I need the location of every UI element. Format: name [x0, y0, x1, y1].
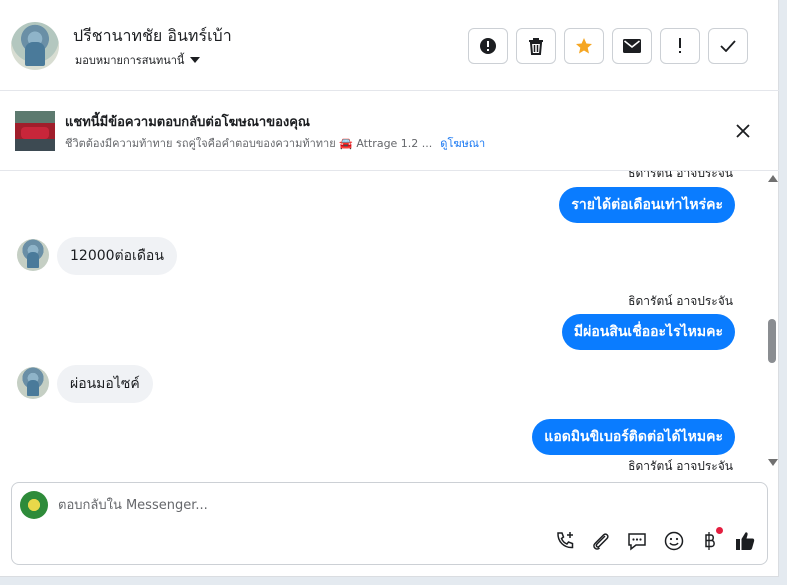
like-button[interactable] [733, 529, 757, 553]
incoming-message[interactable]: 12000ต่อเดือน [57, 237, 177, 275]
view-ad-link[interactable]: ดูโฆษณา [440, 137, 485, 150]
scroll-thumb[interactable] [768, 319, 776, 363]
star-icon [576, 38, 592, 54]
ad-description: ชีวิตต้องมีความท้าทาย รถคู่ใจคือคำตอบของ… [65, 137, 433, 150]
message-thread: ธิดารัตน์ อาจประจัน รายได้ต่อเดือนเท่าไห… [0, 171, 779, 476]
call-button[interactable] [553, 529, 577, 553]
saved-replies-button[interactable] [625, 529, 649, 553]
contact-avatar-small [17, 367, 49, 399]
page-avatar [20, 491, 48, 519]
ad-banner-subtitle: ชีวิตต้องมีความท้าทาย รถคู่ใจคือคำตอบของ… [65, 134, 485, 152]
emoji-icon [664, 531, 684, 551]
scroll-up-arrow-icon[interactable] [768, 175, 778, 182]
baht-icon [705, 532, 715, 550]
notification-dot [716, 527, 723, 534]
chat-bubble-icon [628, 533, 646, 551]
close-icon [736, 124, 750, 138]
exclamation-icon [679, 38, 681, 53]
ad-thumbnail[interactable] [15, 111, 55, 151]
paperclip-icon [593, 533, 609, 550]
check-icon [720, 40, 736, 52]
scroll-down-arrow-icon[interactable] [768, 459, 778, 466]
sender-name: ธิดารัตน์ อาจประจัน [628, 171, 733, 180]
outgoing-message[interactable]: รายได้ต่อเดือนเท่าไหร่คะ [559, 187, 735, 223]
thumbs-up-icon [736, 532, 755, 550]
caret-down-icon [190, 57, 201, 63]
ad-banner-title: แชทนี้มีข้อความตอบกลับต่อโฆษณาของคุณ [65, 115, 310, 130]
messenger-panel: ปรีชานาทชัย อินทร์เบ้า มอบหมายการสนทนานี… [0, 0, 779, 577]
thread-scrollbar[interactable] [764, 171, 779, 476]
follow-up-button[interactable] [660, 28, 700, 64]
ad-reply-banner: แชทนี้มีข้อความตอบกลับต่อโฆษณาของคุณ ชีว… [0, 91, 779, 171]
assign-conversation-dropdown[interactable]: มอบหมายการสนทนานี้ [75, 51, 201, 69]
trash-icon [529, 38, 543, 55]
alert-circle-icon [480, 38, 496, 54]
outgoing-message[interactable]: มีผ่อนสินเชื่ออะไรไหมคะ [561, 314, 735, 350]
envelope-icon [623, 39, 641, 53]
contact-name[interactable]: ปรีชานาทชัย อินทร์เบ้า [73, 24, 232, 49]
sender-name: ธิดารัตน์ อาจประจัน [628, 459, 733, 473]
phone-add-icon [557, 532, 574, 549]
contact-avatar-small [17, 239, 49, 271]
alert-button[interactable] [468, 28, 508, 64]
star-button[interactable] [564, 28, 604, 64]
reply-input[interactable] [58, 493, 658, 517]
mark-unread-button[interactable] [612, 28, 652, 64]
close-banner-button[interactable] [733, 121, 753, 141]
assign-label: มอบหมายการสนทนานี้ [75, 54, 185, 67]
incoming-message[interactable]: ผ่อนมอไซค์ [57, 365, 153, 403]
delete-button[interactable] [516, 28, 556, 64]
mark-done-button[interactable] [708, 28, 748, 64]
conversation-header: ปรีชานาทชัย อินทร์เบ้า มอบหมายการสนทนานี… [0, 0, 779, 91]
emoji-button[interactable] [662, 529, 686, 553]
contact-avatar[interactable] [11, 22, 59, 70]
reply-composer [11, 482, 768, 565]
outgoing-message[interactable]: แอดมินขิเบอร์ติดต่อได้ไหมคะ [532, 419, 735, 455]
attach-button[interactable] [589, 529, 613, 553]
sender-name: ธิดารัตน์ อาจประจัน [628, 294, 733, 308]
